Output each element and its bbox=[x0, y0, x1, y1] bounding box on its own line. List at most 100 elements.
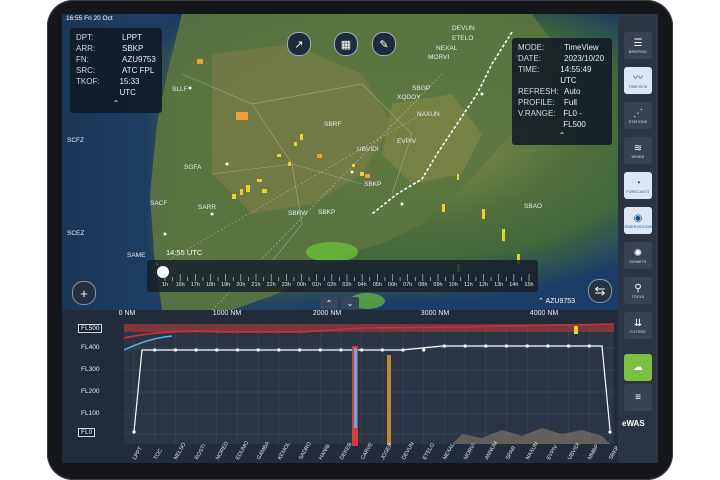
view-info-key: MODE: bbox=[518, 43, 545, 52]
waypoint-dot bbox=[525, 344, 529, 348]
rail-label: TOOLS bbox=[631, 294, 645, 299]
timeline-tick-label: 20h bbox=[236, 282, 246, 288]
rail-label: SIGMETS bbox=[629, 259, 647, 264]
flight-info-value: SBKP bbox=[122, 44, 144, 53]
airport-tool-icon[interactable]: ▦ bbox=[334, 32, 358, 56]
map-label: SBRF bbox=[324, 121, 342, 128]
timeline-tick-label: 15h bbox=[524, 282, 534, 288]
map-label: MORVI bbox=[428, 54, 450, 61]
timeline-tick-label: 23h bbox=[281, 282, 291, 288]
tools-button[interactable]: ⚲ TOOLS bbox=[624, 277, 652, 304]
map-label: SGFA bbox=[184, 164, 202, 171]
winds-icon: ≋ bbox=[633, 142, 643, 154]
timeview-button[interactable]: 〰 TIMEVIEW bbox=[624, 67, 652, 94]
winds-button[interactable]: ≋ WINDS bbox=[624, 137, 652, 164]
flight-info-value: 15:33 UTC bbox=[119, 77, 140, 97]
rail-label: FORECASTS bbox=[626, 189, 650, 194]
map-label: NAXUN bbox=[417, 111, 440, 118]
timeline-tick-label: 07h bbox=[403, 282, 413, 288]
map-label: SLLF bbox=[172, 86, 188, 93]
weather-cloud-icon[interactable]: ☁ bbox=[624, 354, 652, 381]
flight-info-key: TKOF: bbox=[76, 77, 100, 86]
waypoint-dot bbox=[567, 344, 571, 348]
waypoint-dot bbox=[442, 344, 447, 348]
waypoint-dot bbox=[463, 344, 467, 348]
waypoint-dot bbox=[173, 348, 177, 352]
filters-icon: ⇊ bbox=[633, 317, 643, 329]
waypoint-dot bbox=[256, 348, 260, 352]
timeline-tick-label: 04h bbox=[357, 282, 367, 288]
route-tool-icon[interactable]: ↗ bbox=[287, 32, 311, 56]
stations-button[interactable]: ⋰ STATIONS bbox=[624, 102, 652, 129]
map-label: ETELO bbox=[452, 35, 474, 42]
expand-up-icon[interactable]: ⌃ bbox=[320, 297, 338, 309]
rail-label: TIMEVIEW bbox=[628, 84, 648, 89]
map-label: SAME bbox=[127, 252, 146, 259]
flight-tag-label: AZU9753 bbox=[545, 298, 576, 305]
sigmets-button[interactable]: ✺ SIGMETS bbox=[624, 242, 652, 269]
flight-info-key: SRC: bbox=[76, 66, 96, 75]
collapse-down-icon[interactable]: ⌄ bbox=[341, 297, 359, 309]
map-label: SBRW bbox=[288, 210, 308, 217]
view-info-row: REFRESH: Auto bbox=[518, 86, 606, 97]
distance-label: 4000 NM bbox=[529, 310, 559, 317]
map-label: SBKP bbox=[364, 181, 382, 188]
time-slider[interactable]: 1h 16h 17h 18h 19h 20h 21h 22h 23h 00h 01h 02h 03h 04… bbox=[147, 260, 538, 292]
timeline-tick-label: 16h bbox=[175, 282, 185, 288]
forecasts-icon: ◔ bbox=[634, 177, 642, 189]
collapse-chevron-icon[interactable]: ⌃ bbox=[76, 98, 156, 109]
waypoint-dot bbox=[215, 348, 219, 352]
menu-icon[interactable]: ≡ bbox=[624, 384, 652, 411]
flight-info-row: TKOF: 15:33 UTC bbox=[76, 76, 156, 98]
waypoint-dot bbox=[339, 348, 343, 352]
stations-icon: ⋰ bbox=[633, 107, 643, 119]
tools-icon: ⚲ bbox=[634, 282, 642, 294]
sigmets-icon: ✺ bbox=[633, 247, 643, 259]
view-info-key: REFRESH: bbox=[518, 87, 559, 96]
forecasts-button[interactable]: ◔ FORECASTS bbox=[624, 172, 652, 199]
timeline-tick-label: 05h bbox=[372, 282, 382, 288]
flight-level-label: FL100 bbox=[81, 410, 100, 417]
fl-top-box[interactable]: FL500 bbox=[78, 324, 103, 333]
view-info-row: DATE: 2023/10/20 bbox=[518, 53, 606, 64]
flight-level-label: FL300 bbox=[81, 366, 100, 373]
timeline-tick-label: 13h bbox=[494, 282, 504, 288]
rail-label: FILTERS bbox=[630, 329, 646, 334]
status-time: 16:55 bbox=[66, 15, 83, 22]
view-info-panel[interactable]: MODE: TimeView DATE: 2023/10/20 TIME: 14:55:4… bbox=[512, 38, 612, 145]
fl-bottom-box[interactable]: FL0 bbox=[78, 428, 96, 437]
timeline-tick-label: 10h bbox=[448, 282, 458, 288]
flight-tag[interactable]: ⌃ AZU9753 bbox=[538, 297, 575, 305]
layers-toggle-icon[interactable]: ⇆ bbox=[588, 279, 612, 303]
timeline-tick-label: 21h bbox=[251, 282, 261, 288]
flight-info-row: SRC: ATC FPL bbox=[76, 65, 156, 76]
flight-info-value: LPPT bbox=[122, 33, 143, 42]
brand-logo: eWAS bbox=[622, 419, 645, 428]
flight-info-panel[interactable]: DPT: LPPT ARR: SBKP FN: AZU9753 SRC: ATC FPL TKO… bbox=[70, 28, 162, 113]
view-info-key: TIME: bbox=[518, 65, 540, 74]
map-label: XQDOY bbox=[397, 94, 421, 101]
waypoint-dot bbox=[608, 430, 612, 434]
waypoint-dot bbox=[318, 348, 322, 352]
draw-tool-icon[interactable]: ✎ bbox=[372, 32, 396, 56]
vertical-profile[interactable]: 0 NM 1000 NM 2000 NM 3000 NM 4000 NM FL500 F… bbox=[62, 310, 621, 463]
observations-button[interactable]: ◉ OBSERVATIONS bbox=[623, 207, 653, 234]
weather-map[interactable]: SLLF SCFZ SGFA SACF SARR SCEZ SAME SBRF SBGP XQDO… bbox=[62, 14, 618, 310]
timeline-time-label: 14:55 UTC bbox=[166, 248, 203, 257]
view-info-value: 2023/10/20 bbox=[564, 54, 605, 63]
flight-level-label: FL200 bbox=[81, 388, 100, 395]
flight-info-key: DPT: bbox=[76, 33, 94, 42]
waypoint-dot bbox=[401, 348, 405, 352]
collapse-chevron-icon[interactable]: ⌃ bbox=[518, 130, 606, 141]
timeline-tick-label: 08h bbox=[418, 282, 428, 288]
waypoint-dot bbox=[277, 348, 281, 352]
view-info-value: Auto bbox=[564, 87, 581, 96]
view-info-row: MODE: TimeView bbox=[518, 42, 606, 53]
distance-label: 0 NM bbox=[118, 310, 136, 317]
waypoint-dot bbox=[153, 348, 157, 352]
briefing-button[interactable]: ☰ BRIEFING bbox=[624, 32, 652, 59]
zoom-in-button[interactable]: + bbox=[72, 281, 96, 305]
view-info-key: DATE: bbox=[518, 54, 541, 63]
view-info-row: V.RANGE: FL0 - FL500 bbox=[518, 108, 606, 130]
filters-button[interactable]: ⇊ FILTERS bbox=[624, 312, 652, 339]
